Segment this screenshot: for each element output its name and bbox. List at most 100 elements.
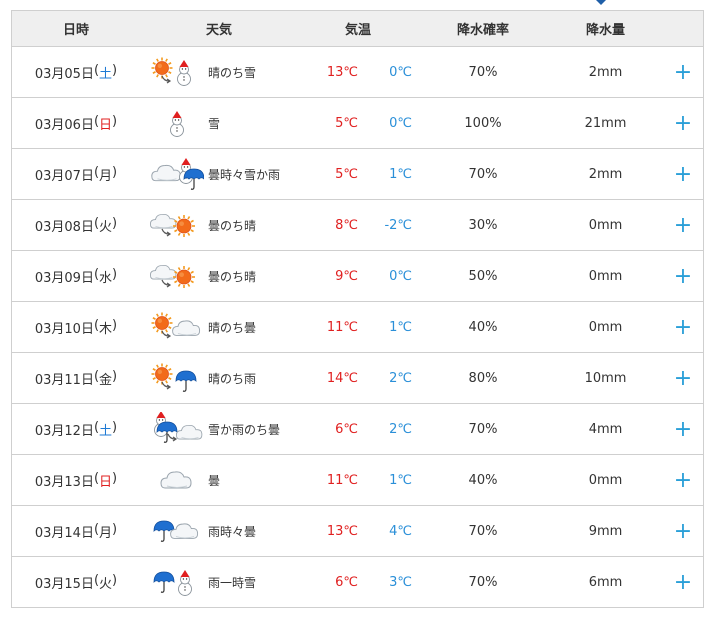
table-row[interactable]: 03月14日(月) 雨時々曇 13℃ 4℃ 70% 9mm + [12,506,703,557]
day-of-week: 木 [99,321,113,337]
table-row[interactable]: 03月05日(土) 晴のち雪 13℃ 0℃ 70% 2mm + [12,47,703,98]
table-row[interactable]: 03月12日(土) 雪か雨のち曇 6℃ 2℃ 70% 4mm + [12,404,703,455]
sun-then-cloud-icon [151,312,201,339]
precip-amount-cell: 10mm [584,370,627,386]
temp-cell: 5℃ 0℃ [298,116,418,131]
expand-plus-icon[interactable]: + [663,264,703,289]
expand-plus-icon[interactable]: + [663,366,703,391]
expand-plus-icon[interactable]: + [663,468,703,493]
weather-label: 曇 [208,473,221,488]
date-cell: 03月14日(月) [34,521,118,541]
date-label: 03月08日 [34,219,94,235]
max-temp: 13℃ [326,523,358,539]
date-cell: 03月07日(月) [34,164,118,184]
max-temp: 9℃ [335,268,358,284]
weather-cell: 曇 [140,463,298,497]
min-temp: 1℃ [389,166,412,182]
table-row[interactable]: 03月09日(水) 曇のち晴 9℃ 0℃ 50% 0mm + [12,251,703,302]
expand-plus-icon[interactable]: + [663,213,703,238]
weather-label: 晴のち雨 [208,371,257,386]
expand-plus-icon[interactable]: + [663,60,703,85]
precip-prob-cell: 40% [468,472,498,488]
precip-prob-cell: 70% [468,166,498,182]
cloud-icon [160,471,192,489]
expand-plus-icon[interactable]: + [663,162,703,187]
day-of-week: 火 [99,219,113,235]
table-row[interactable]: 03月13日(日) 曇 11℃ 1℃ 40% 0mm + [12,455,703,506]
temp-cell: 6℃ 2℃ [298,422,418,437]
temp-cell: 5℃ 1℃ [298,167,418,182]
date-label: 03月10日 [34,321,94,337]
weather-cell: 雨時々曇 [140,514,298,548]
rain-sometimes-cloud-icon [153,520,199,542]
cloud-then-sun-icon [150,264,195,288]
date-cell: 03月15日(火) [34,572,118,592]
date-label: 03月09日 [34,270,94,286]
day-of-week: 金 [99,372,113,388]
cloud-then-sun-icon [150,213,195,237]
date-label: 03月11日 [34,372,94,388]
date-cell: 03月12日(土) [34,419,118,439]
cloud-sometimes-snow-or-rain-icon [151,158,204,190]
weather-cell: 曇時々雪か雨 [140,157,298,191]
weather-cell: 曇のち晴 [140,259,298,293]
temp-cell: 11℃ 1℃ [298,320,418,335]
header-date: 日時 [62,23,89,38]
header-precip-prob: 降水確率 [456,23,509,38]
expand-plus-icon[interactable]: + [663,570,703,595]
precip-prob-cell: 50% [468,268,498,284]
precip-amount-cell: 2mm [588,166,623,182]
precip-amount-cell: 2mm [588,64,623,80]
max-temp: 11℃ [326,319,358,335]
weather-label: 晴のち雪 [208,65,257,80]
date-cell: 03月08日(火) [34,215,118,235]
date-cell: 03月13日(日) [34,470,118,490]
precip-prob-cell: 70% [468,574,498,590]
temp-cell: 8℃ -2℃ [298,218,418,233]
table-row[interactable]: 03月06日(日) 雪 5℃ 0℃ 100% 21mm + [12,98,703,149]
rain-briefly-snow-icon [153,570,192,596]
snow-icon [170,111,184,137]
expand-plus-icon[interactable]: + [663,315,703,340]
min-temp: 1℃ [389,319,412,335]
date-label: 03月15日 [34,576,94,592]
header-precip-amount: 降水量 [585,23,625,38]
table-row[interactable]: 03月10日(木) 晴のち曇 11℃ 1℃ 40% 0mm + [12,302,703,353]
table-row[interactable]: 03月07日(月) 曇時々雪か雨 5℃ 1℃ 70% 2mm + [12,149,703,200]
expand-plus-icon[interactable]: + [663,417,703,442]
day-of-week: 土 [99,66,113,82]
table-row[interactable]: 03月11日(金) 晴のち雨 14℃ 2℃ 80% 10mm + [12,353,703,404]
day-of-week: 水 [99,270,113,286]
max-temp: 5℃ [335,166,358,182]
temp-cell: 11℃ 1℃ [298,473,418,488]
precip-amount-cell: 6mm [588,574,623,590]
weather-label: 雨時々曇 [208,524,257,539]
day-of-week: 月 [99,168,113,184]
max-temp: 8℃ [335,217,358,233]
weather-label: 曇のち晴 [208,269,257,284]
header-temp: 気温 [344,23,371,38]
weather-cell: 晴のち曇 [140,310,298,344]
temp-cell: 13℃ 4℃ [298,524,418,539]
temp-cell: 9℃ 0℃ [298,269,418,284]
max-temp: 5℃ [335,115,358,131]
table-row[interactable]: 03月08日(火) 曇のち晴 8℃ -2℃ 30% 0mm + [12,200,703,251]
precip-prob-cell: 100% [464,115,502,131]
sun-then-snow-icon [151,57,191,86]
precip-prob-cell: 70% [468,523,498,539]
date-cell: 03月06日(日) [34,113,118,133]
min-temp: -2℃ [384,217,412,233]
max-temp: 6℃ [335,574,358,590]
table-row[interactable]: 03月15日(火) 雨一時雪 6℃ 3℃ 70% 6mm + [12,557,703,608]
precip-amount-cell: 0mm [588,319,623,335]
snow-or-rain-then-cloud-icon [154,412,203,443]
date-cell: 03月09日(水) [34,266,118,286]
weather-cell: 雨一時雪 [140,565,298,599]
min-temp: 2℃ [389,370,412,386]
expand-plus-icon[interactable]: + [663,111,703,136]
date-label: 03月06日 [34,117,94,133]
expand-plus-icon[interactable]: + [663,519,703,544]
temp-cell: 13℃ 0℃ [298,65,418,80]
weather-label: 雪か雨のち曇 [208,422,281,437]
precip-prob-cell: 70% [468,421,498,437]
